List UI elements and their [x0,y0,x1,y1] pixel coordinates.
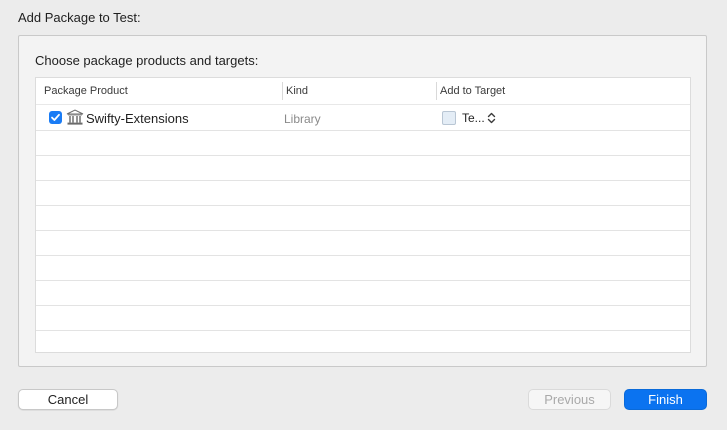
table-row[interactable]: Swifty-Extensions Library Te... [36,105,690,131]
chevron-up-down-icon [487,112,496,124]
empty-table-row [36,281,690,306]
product-name: Swifty-Extensions [86,111,189,126]
empty-table-row [36,231,690,256]
column-divider[interactable] [436,82,437,100]
package-panel: Choose package products and targets: Pac… [18,35,707,367]
column-header-kind[interactable]: Kind [286,85,308,97]
finish-button[interactable]: Finish [624,389,707,410]
previous-button[interactable]: Previous [528,389,611,410]
target-popup-value: Te... [462,111,485,125]
column-header-add-to-target[interactable]: Add to Target [440,85,505,97]
target-icon [442,111,456,125]
empty-table-row [36,256,690,281]
empty-table-row [36,181,690,206]
checkmark-icon [51,113,60,121]
dialog-title: Add Package to Test: [18,10,141,25]
empty-table-row [36,156,690,181]
add-to-target-popup[interactable]: Te... [442,109,502,127]
package-products-table: Package Product Kind Add to Target Swift… [35,77,691,353]
table-header: Package Product Kind Add to Target [36,78,690,105]
library-building-icon [66,109,84,126]
panel-heading: Choose package products and targets: [35,53,259,68]
empty-table-row [36,206,690,231]
empty-table-row [36,131,690,156]
column-header-package-product[interactable]: Package Product [44,85,128,97]
column-divider[interactable] [282,82,283,100]
empty-table-row [36,306,690,331]
include-product-checkbox[interactable] [49,111,62,124]
product-kind: Library [284,112,321,126]
cancel-button[interactable]: Cancel [18,389,118,410]
